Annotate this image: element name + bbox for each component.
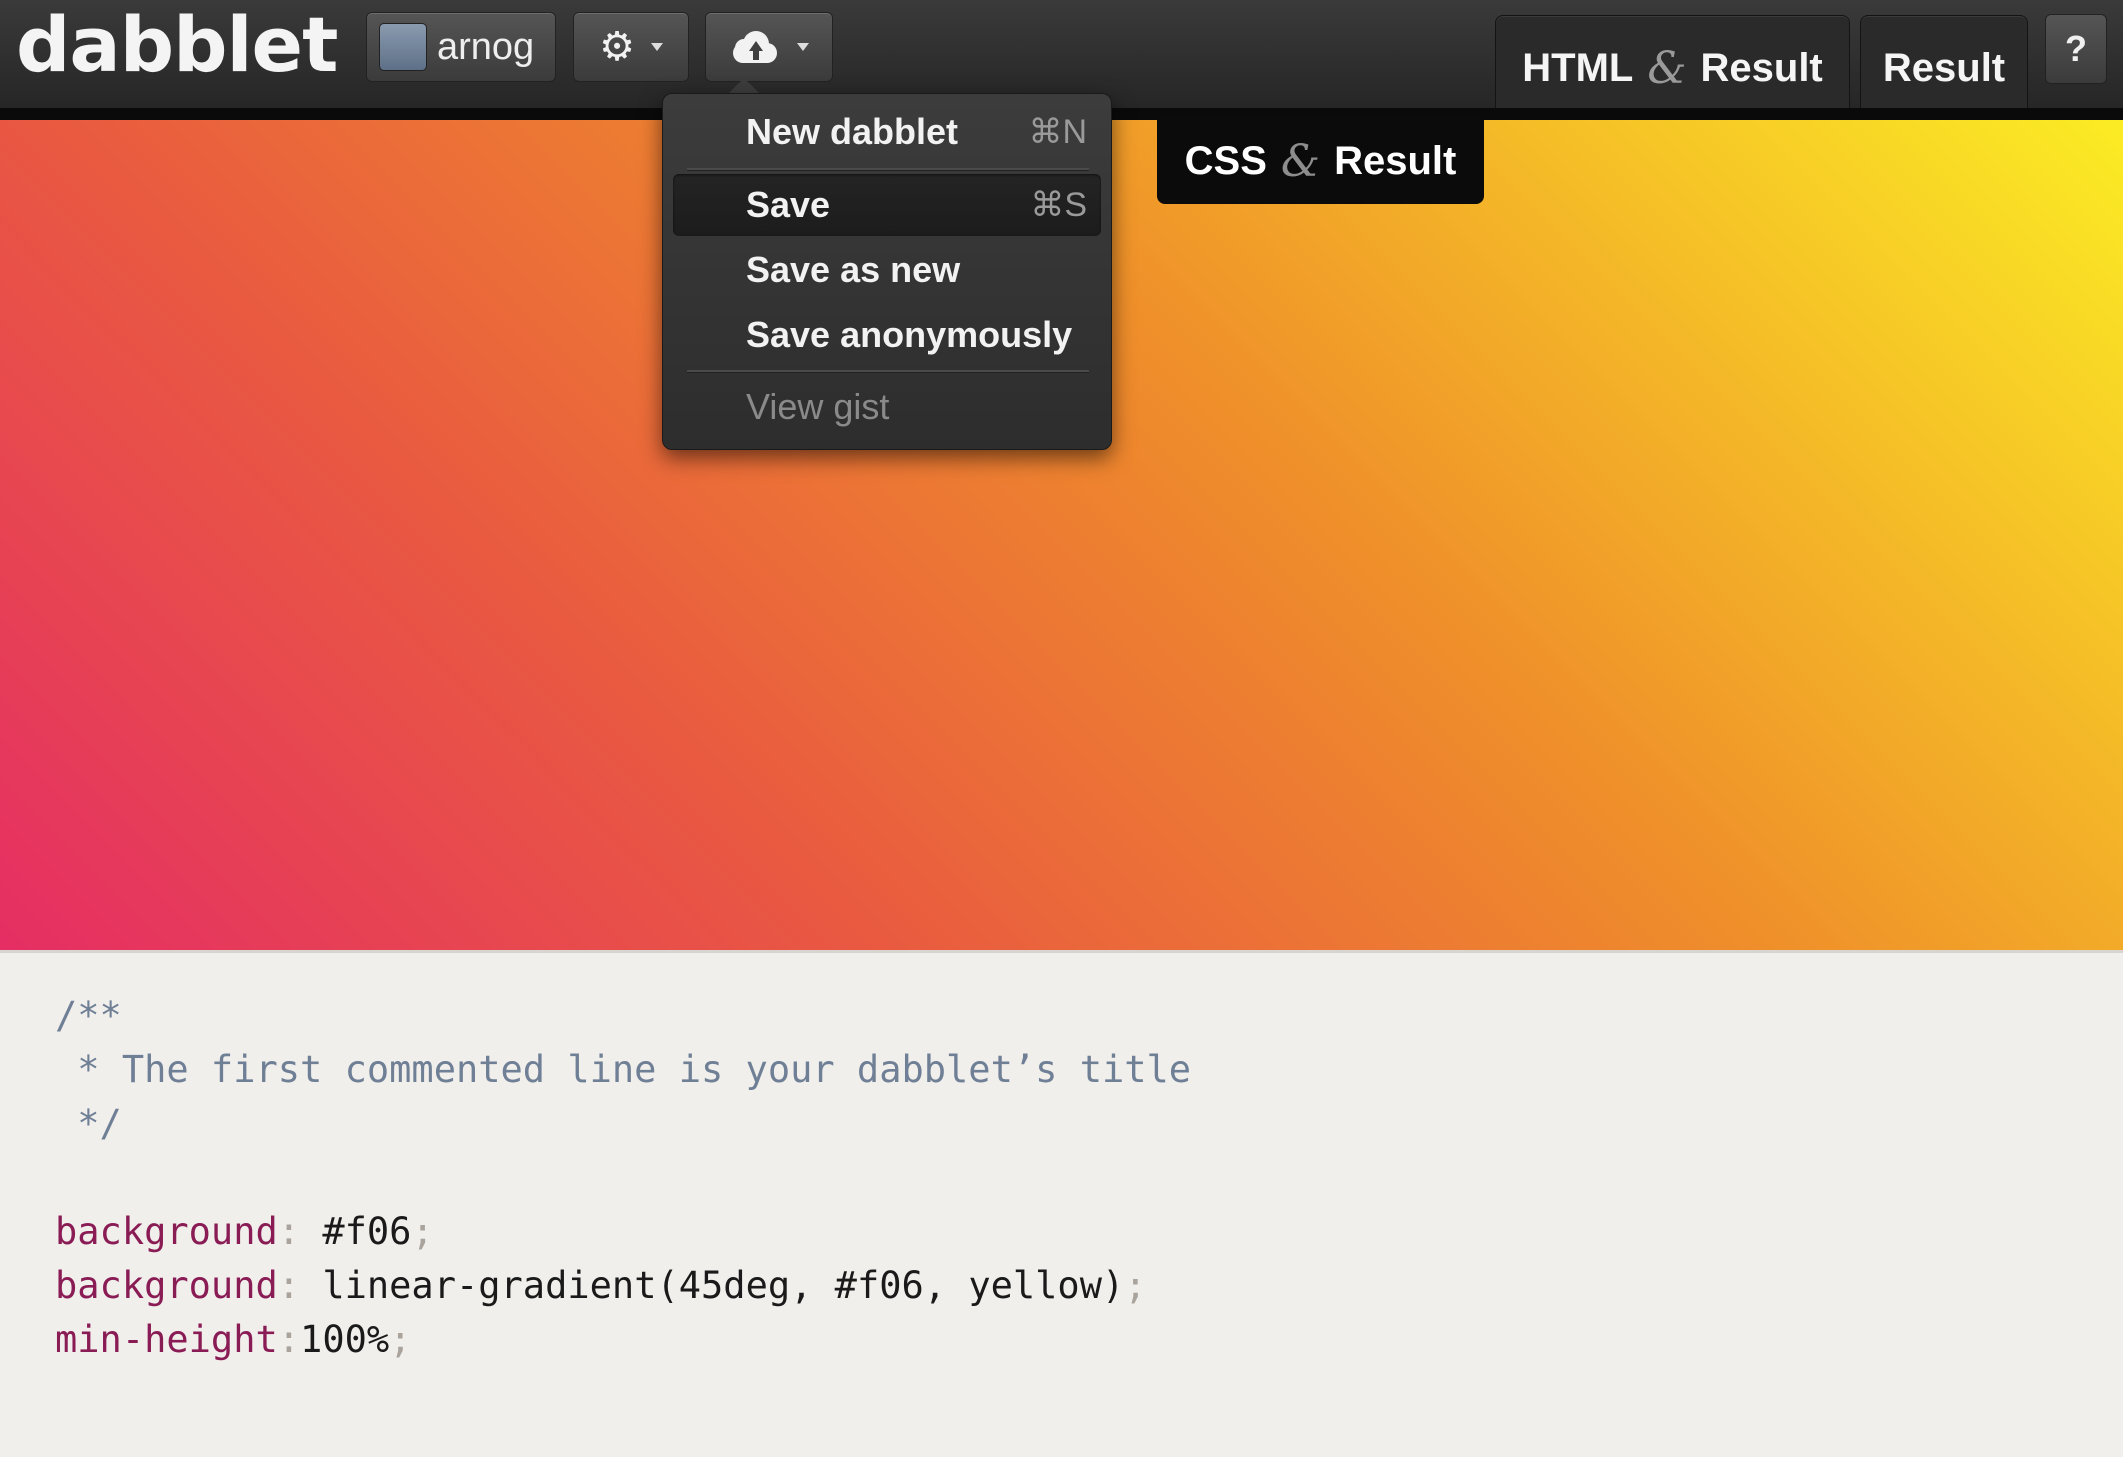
code-comment-line: /** (55, 994, 122, 1037)
menu-item-label: New dabblet (746, 111, 959, 152)
ampersand: & (1647, 42, 1687, 94)
user-name: arnog (437, 25, 535, 68)
help-button[interactable]: ? (2045, 14, 2107, 84)
code-value: #f06 (322, 1210, 412, 1253)
caret-down-icon (797, 43, 809, 51)
cloud-dropdown-menu: New dabblet ⌘N Save ⌘S Save as new Save … (662, 93, 1112, 450)
code-property: min-height (55, 1318, 278, 1361)
code-colon: : (277, 1318, 301, 1361)
menu-item-shortcut: ⌘S (1030, 186, 1087, 224)
code-declaration: min-height:100%; (55, 1313, 2123, 1367)
menu-item-label: View gist (746, 386, 890, 427)
css-code-editor[interactable]: /** * The first commented line is your d… (0, 950, 2123, 1457)
settings-button[interactable]: ⚙ (573, 12, 689, 82)
app-logo: dabblet (16, 0, 338, 89)
tab-css-result[interactable]: CSS & Result (1157, 118, 1484, 204)
code-semicolon: ; (411, 1210, 434, 1253)
tab-label: CSS (1184, 138, 1267, 183)
gear-icon: ⚙ (599, 25, 635, 69)
menu-item-view-gist: View gist (673, 376, 1101, 438)
menu-separator (687, 168, 1089, 171)
code-comment-line: */ (55, 1102, 122, 1145)
code-value: 100% (300, 1318, 390, 1361)
menu-item-save[interactable]: Save ⌘S (673, 174, 1101, 236)
menu-item-label: Save anonymously (746, 314, 1073, 355)
code-semicolon: ; (1124, 1264, 1147, 1307)
code-comment-line: * The first commented line is your dabbl… (55, 1048, 1192, 1091)
code-semicolon: ; (389, 1318, 412, 1361)
menu-item-shortcut: ⌘N (1028, 113, 1087, 151)
menu-item-save-as-new[interactable]: Save as new (673, 239, 1101, 301)
code-declaration: background: #f06; (55, 1205, 2123, 1259)
menu-item-new-dabblet[interactable]: New dabblet ⌘N (673, 101, 1101, 163)
tab-html-result[interactable]: HTML & Result (1495, 15, 1850, 108)
code-colon: : (277, 1264, 323, 1307)
caret-down-icon (650, 43, 663, 51)
menu-pointer (728, 78, 760, 94)
code-colon: : (277, 1210, 323, 1253)
code-property: background (55, 1210, 278, 1253)
user-button[interactable]: arnog (366, 12, 556, 82)
cloud-upload-icon (729, 29, 781, 65)
tab-label: Result (1334, 138, 1457, 183)
github-avatar-icon (379, 23, 427, 71)
ampersand: & (1280, 135, 1321, 187)
code-property: background (55, 1264, 278, 1307)
tab-label: Result (1700, 45, 1823, 90)
code-declaration: background: linear-gradient(45deg, #f06,… (55, 1259, 2123, 1313)
menu-item-label: Save as new (746, 249, 961, 290)
tab-result[interactable]: Result (1860, 15, 2028, 108)
code-value: linear-gradient(45deg, #f06, yellow) (322, 1264, 1125, 1307)
menu-separator (687, 370, 1089, 373)
tab-label: Result (1882, 45, 2006, 90)
menu-item-save-anonymously[interactable]: Save anonymously (673, 304, 1101, 366)
cloud-menu-button[interactable] (705, 12, 833, 82)
menu-item-label: Save (746, 184, 831, 225)
tab-label: HTML (1522, 45, 1634, 90)
